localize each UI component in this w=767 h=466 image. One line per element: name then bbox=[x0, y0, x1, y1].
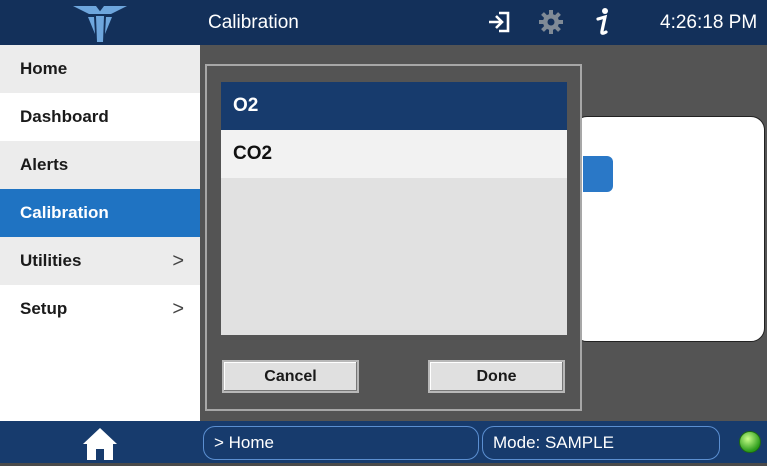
sidebar-item-label: Dashboard bbox=[20, 107, 109, 126]
sidebar-item-label: Utilities bbox=[20, 251, 82, 270]
sidebar: Home Dashboard Alerts Calibration Utilit… bbox=[0, 45, 200, 421]
sidebar-item-home[interactable]: Home bbox=[0, 45, 200, 93]
option-co2[interactable]: CO2 bbox=[221, 130, 567, 178]
sidebar-item-label: Setup bbox=[20, 299, 68, 318]
background-button bbox=[583, 156, 613, 192]
gear-icon[interactable] bbox=[538, 9, 564, 40]
sidebar-item-label: Calibration bbox=[20, 203, 109, 222]
cancel-button[interactable]: Cancel bbox=[222, 360, 359, 393]
clock: 4:26:18 PM bbox=[660, 12, 758, 33]
option-label: O2 bbox=[233, 95, 259, 116]
exit-icon[interactable] bbox=[487, 10, 511, 39]
sidebar-item-label: Alerts bbox=[20, 155, 69, 174]
sidebar-item-label: Home bbox=[20, 59, 68, 78]
sidebar-item-calibration[interactable]: Calibration bbox=[0, 189, 200, 237]
option-label: CO2 bbox=[233, 143, 273, 164]
status-led-icon bbox=[738, 430, 762, 459]
breadcrumb[interactable]: > Home bbox=[203, 426, 479, 460]
gas-option-list: O2 CO2 bbox=[221, 82, 567, 335]
background-panel bbox=[573, 116, 765, 342]
sidebar-item-alerts[interactable]: Alerts bbox=[0, 141, 200, 189]
page-title: Calibration bbox=[208, 12, 299, 33]
option-o2[interactable]: O2 bbox=[221, 82, 567, 130]
logo bbox=[0, 0, 200, 45]
home-icon[interactable] bbox=[80, 425, 120, 466]
mode-indicator: Mode: SAMPLE bbox=[482, 426, 720, 460]
done-button[interactable]: Done bbox=[428, 360, 565, 393]
chevron-right-icon: > bbox=[172, 250, 184, 272]
info-icon[interactable] bbox=[593, 7, 613, 44]
sidebar-item-dashboard[interactable]: Dashboard bbox=[0, 93, 200, 141]
chevron-right-icon: > bbox=[172, 298, 184, 320]
sidebar-item-setup[interactable]: Setup > bbox=[0, 285, 200, 333]
sidebar-item-utilities[interactable]: Utilities > bbox=[0, 237, 200, 285]
